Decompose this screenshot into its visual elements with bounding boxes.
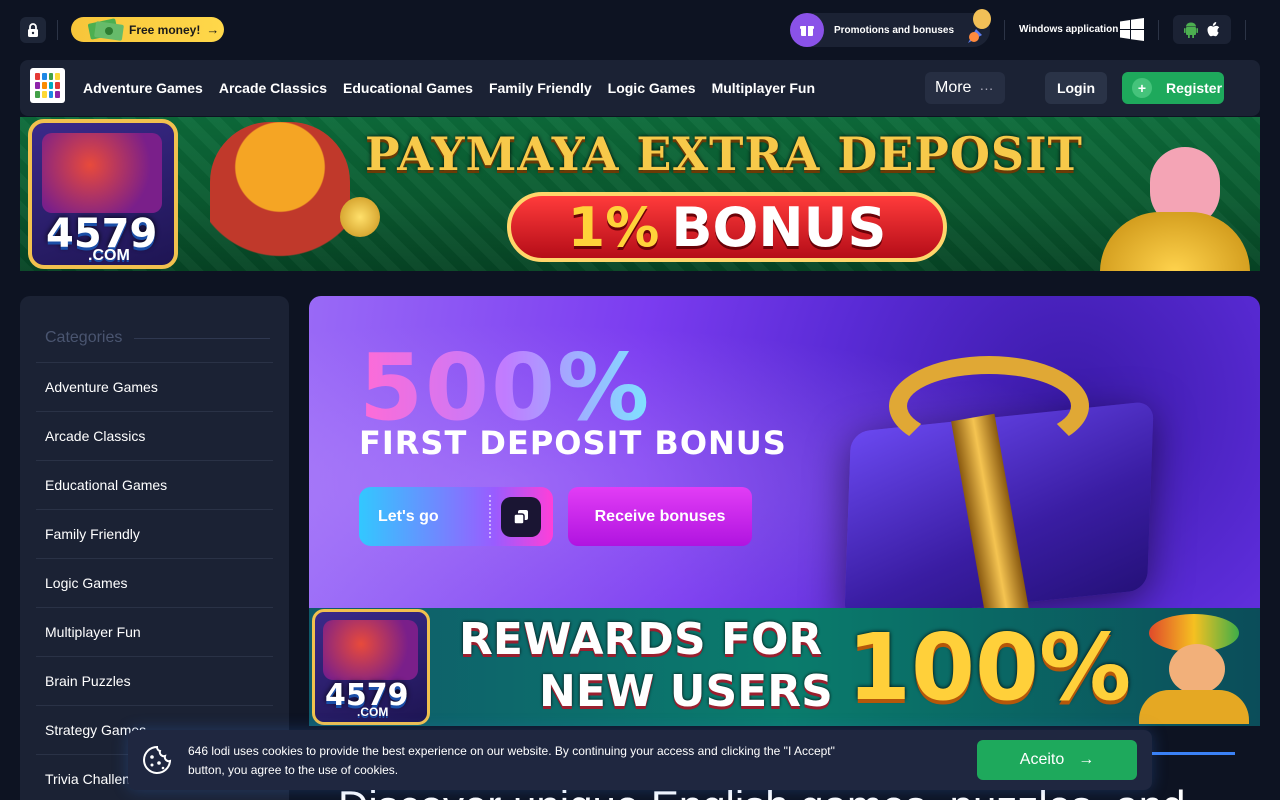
category-item-brain-puzzles[interactable]: Brain Puzzles (36, 656, 273, 705)
first-deposit-hero: 500% FIRST DEPOSIT BONUS Let's go Receiv… (309, 296, 1260, 608)
arrow-right-icon: → (1078, 751, 1095, 768)
category-item-adventure-games[interactable]: Adventure Games (36, 362, 273, 411)
cookie-banner: 646 lodi uses cookies to provide the bes… (128, 730, 1152, 790)
nav-link-adventure-games[interactable]: Adventure Games (83, 80, 203, 96)
rewards-text: REWARDS FOR NEW USERS (459, 614, 833, 718)
lets-go-button[interactable]: Let's go (359, 487, 553, 546)
rewards-percent: 100% (847, 614, 1132, 721)
more-button[interactable]: More ··· (925, 72, 1005, 104)
logo-domain: .COM (357, 705, 389, 719)
cookie-icon (143, 745, 172, 774)
accent-strip (1140, 752, 1235, 755)
lock-button[interactable] (20, 17, 46, 43)
nav-link-multiplayer-fun[interactable]: Multiplayer Fun (712, 80, 815, 96)
windows-icon[interactable] (1120, 18, 1144, 42)
category-item-educational-games[interactable]: Educational Games (36, 460, 273, 509)
free-money-button[interactable]: Free money! → (71, 17, 224, 42)
nav-link-arcade-classics[interactable]: Arcade Classics (219, 80, 327, 96)
rewards-line-1: REWARDS FOR (459, 614, 823, 665)
apple-icon[interactable] (1206, 21, 1220, 38)
ellipsis-icon: ··· (979, 80, 994, 96)
ticket-notch (489, 495, 491, 538)
bonus-pill: 1% BONUS (507, 192, 947, 262)
gift-icon (790, 13, 824, 47)
rewards-line-2: NEW USERS (539, 666, 833, 717)
main-nav: Adventure Games Arcade Classics Educatio… (20, 60, 1260, 116)
register-label: Register (1166, 80, 1223, 96)
categories-title: Categories (45, 329, 123, 346)
accept-cookies-button[interactable]: Aceito → (977, 740, 1137, 780)
bonus-word: BONUS (671, 195, 887, 259)
banner-title: PAYMAYA EXTRA DEPOSIT (365, 127, 1083, 181)
accept-label: Aceito (1019, 751, 1065, 768)
category-item-logic-games[interactable]: Logic Games (36, 558, 273, 607)
receive-bonuses-button[interactable]: Receive bonuses (568, 487, 752, 546)
rocket-icon (968, 9, 991, 43)
lock-icon (28, 23, 38, 37)
brand-logo: 4579 .COM (312, 609, 430, 725)
divider (134, 337, 271, 339)
divider (1245, 20, 1246, 40)
promotions-button[interactable]: Promotions and bonuses (790, 9, 991, 47)
login-button[interactable]: Login (1045, 72, 1107, 104)
more-label: More (935, 79, 972, 96)
logo-domain: .COM (88, 247, 130, 264)
money-icon (88, 18, 124, 41)
gift-box-image (799, 356, 1229, 608)
copy-icon (501, 497, 541, 537)
mouse-mascot (1139, 614, 1249, 724)
lets-go-label: Let's go (378, 508, 439, 525)
pig-mascot (1100, 127, 1250, 271)
site-logo[interactable] (30, 68, 65, 103)
category-item-family-friendly[interactable]: Family Friendly (36, 509, 273, 558)
divider (1158, 20, 1159, 40)
categories-sidebar: Categories Adventure Games Arcade Classi… (20, 296, 289, 800)
coin-icon (340, 197, 380, 237)
divider (57, 20, 58, 40)
mobile-apps (1173, 15, 1231, 44)
arrow-right-icon: → (206, 22, 220, 37)
categories-header: Categories (45, 329, 271, 347)
category-item-multiplayer-fun[interactable]: Multiplayer Fun (36, 607, 273, 656)
receive-bonuses-label: Receive bonuses (594, 507, 726, 525)
promotions-label: Promotions and bonuses (834, 24, 955, 36)
paymaya-promo-banner[interactable]: 4579 .COM PAYMAYA EXTRA DEPOSIT 1% BONUS (20, 117, 1260, 271)
android-icon[interactable] (1184, 22, 1198, 38)
windows-app-label[interactable]: Windows application (1019, 24, 1118, 35)
nav-link-educational-games[interactable]: Educational Games (343, 80, 473, 96)
bonus-percent: 1% (567, 195, 660, 259)
login-label: Login (1056, 80, 1096, 96)
nav-link-logic-games[interactable]: Logic Games (608, 80, 696, 96)
register-button[interactable]: + Register (1122, 72, 1224, 104)
hero-subtitle: FIRST DEPOSIT BONUS (359, 424, 787, 462)
top-bar: Free money! → Promotions and bonuses Win… (0, 0, 1280, 60)
nav-link-family-friendly[interactable]: Family Friendly (489, 80, 592, 96)
brand-logo: 4579 .COM (28, 119, 178, 269)
category-item-arcade-classics[interactable]: Arcade Classics (36, 411, 273, 460)
rewards-banner[interactable]: 4579 .COM REWARDS FOR NEW USERS 100% (309, 608, 1260, 726)
cookie-message: 646 lodi uses cookies to provide the bes… (188, 744, 835, 777)
plus-icon: + (1132, 78, 1152, 98)
tiger-mascot (210, 122, 350, 271)
free-money-label: Free money! (129, 22, 201, 37)
divider (1004, 20, 1005, 40)
